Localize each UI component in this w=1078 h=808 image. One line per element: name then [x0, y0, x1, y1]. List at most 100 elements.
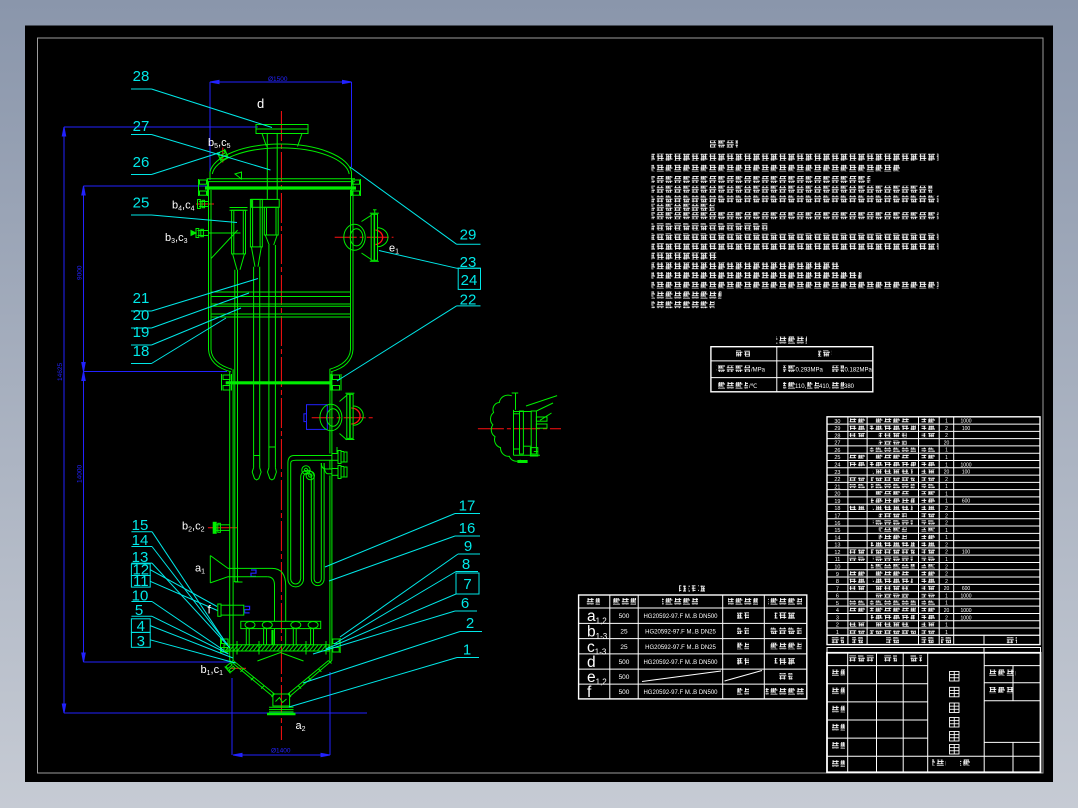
- svg-text:10: 10: [834, 564, 840, 570]
- svg-text:1: 1: [945, 419, 948, 425]
- svg-text:2: 2: [945, 579, 948, 585]
- svg-text:9: 9: [836, 572, 839, 578]
- svg-text:1000: 1000: [960, 593, 971, 599]
- svg-text:25: 25: [620, 629, 628, 636]
- svg-text:25: 25: [620, 644, 628, 651]
- svg-text:1000: 1000: [960, 419, 971, 425]
- svg-text:100: 100: [962, 426, 971, 432]
- svg-text:8: 8: [462, 556, 470, 573]
- svg-text:29: 29: [834, 426, 840, 432]
- svg-text:14625: 14625: [57, 363, 64, 381]
- svg-text:500: 500: [619, 613, 630, 620]
- svg-text:14: 14: [834, 535, 840, 541]
- svg-text:1: 1: [945, 528, 948, 534]
- svg-text:1: 1: [945, 499, 948, 505]
- svg-text:2: 2: [836, 623, 839, 629]
- svg-text:100: 100: [962, 550, 971, 556]
- svg-text:1: 1: [945, 601, 948, 607]
- svg-text:HG20592-97.F M..B DN25: HG20592-97.F M..B DN25: [645, 645, 716, 651]
- svg-text:2: 2: [945, 433, 948, 439]
- svg-text:20: 20: [944, 586, 950, 592]
- svg-text:2: 2: [945, 615, 948, 621]
- svg-text:1000: 1000: [960, 462, 971, 468]
- svg-text:15: 15: [834, 528, 840, 534]
- svg-text:Ø1500: Ø1500: [268, 76, 288, 83]
- svg-text:1000: 1000: [960, 615, 971, 621]
- svg-text:500: 500: [619, 659, 630, 666]
- svg-text:8: 8: [836, 579, 839, 585]
- svg-text:/MPa: /MPa: [751, 368, 766, 374]
- svg-text:1: 1: [945, 623, 948, 629]
- svg-text:600: 600: [962, 499, 971, 505]
- svg-text:1: 1: [463, 642, 471, 659]
- svg-text:29: 29: [460, 227, 477, 244]
- svg-text:5: 5: [836, 601, 839, 607]
- svg-text:/℃: /℃: [749, 384, 758, 390]
- svg-text:1000: 1000: [960, 608, 971, 614]
- svg-text:1: 1: [945, 455, 948, 461]
- svg-text:2: 2: [945, 542, 948, 548]
- svg-text:9000: 9000: [77, 265, 84, 280]
- svg-text:16: 16: [834, 521, 840, 527]
- svg-text:28: 28: [834, 433, 840, 439]
- svg-text:2: 2: [945, 506, 948, 512]
- svg-text:410,: 410,: [819, 384, 831, 390]
- svg-text:20: 20: [944, 470, 950, 476]
- svg-text:13: 13: [834, 543, 840, 549]
- svg-text:1: 1: [945, 535, 948, 541]
- svg-text:f: f: [587, 684, 592, 701]
- svg-text:9: 9: [464, 538, 472, 555]
- svg-text:26: 26: [133, 154, 150, 171]
- svg-text:2: 2: [945, 426, 948, 432]
- svg-text:6: 6: [461, 595, 469, 612]
- svg-text:100: 100: [962, 470, 971, 476]
- svg-text:16: 16: [459, 520, 476, 537]
- svg-text:0.293MPa: 0.293MPa: [796, 368, 824, 374]
- svg-text:HG20592-97.F M..B DN500: HG20592-97.F M..B DN500: [643, 660, 718, 666]
- svg-text:27: 27: [133, 118, 150, 135]
- svg-text:19: 19: [133, 324, 150, 341]
- svg-text:2: 2: [945, 550, 948, 556]
- svg-text:26: 26: [834, 448, 840, 454]
- svg-text:20: 20: [944, 608, 950, 614]
- svg-text:d: d: [257, 96, 264, 111]
- svg-text:14000: 14000: [77, 465, 84, 483]
- svg-text:17: 17: [834, 513, 840, 519]
- svg-text:12: 12: [834, 550, 840, 556]
- svg-text:2: 2: [945, 513, 948, 519]
- svg-text:18: 18: [133, 343, 150, 360]
- svg-text:2: 2: [945, 521, 948, 527]
- svg-text:6: 6: [836, 594, 839, 600]
- svg-text:1: 1: [945, 462, 948, 468]
- svg-text:1: 1: [945, 491, 948, 497]
- svg-text:2: 2: [945, 477, 948, 483]
- svg-text:18: 18: [834, 506, 840, 512]
- svg-text:1: 1: [945, 448, 948, 454]
- svg-text:500: 500: [619, 674, 630, 681]
- svg-text:28: 28: [133, 68, 150, 85]
- svg-text:2: 2: [945, 572, 948, 578]
- svg-text:500: 500: [619, 689, 630, 696]
- svg-text:22: 22: [834, 477, 840, 483]
- svg-text:24: 24: [834, 463, 840, 469]
- svg-text:19: 19: [834, 499, 840, 505]
- svg-text:17: 17: [459, 498, 476, 515]
- svg-text:7: 7: [463, 576, 471, 593]
- svg-text:HG20592-97.F M..B DN500: HG20592-97.F M..B DN500: [643, 614, 718, 620]
- svg-text:4: 4: [836, 608, 839, 614]
- svg-text:2: 2: [466, 615, 474, 632]
- svg-text:30: 30: [834, 419, 840, 425]
- svg-text:24: 24: [461, 272, 478, 289]
- svg-text:1: 1: [945, 484, 948, 490]
- svg-text:21: 21: [834, 484, 840, 490]
- svg-text:1: 1: [945, 593, 948, 599]
- svg-text:27: 27: [834, 441, 840, 447]
- svg-text:20: 20: [133, 307, 150, 324]
- svg-text:3: 3: [836, 615, 839, 621]
- svg-text:HG20592-97.F M..B DN25: HG20592-97.F M..B DN25: [645, 630, 716, 636]
- svg-text:Ø1400: Ø1400: [271, 748, 291, 755]
- svg-text:21: 21: [133, 290, 150, 307]
- svg-text:380: 380: [844, 384, 855, 390]
- svg-text:110,: 110,: [795, 384, 807, 390]
- svg-text:25: 25: [834, 455, 840, 461]
